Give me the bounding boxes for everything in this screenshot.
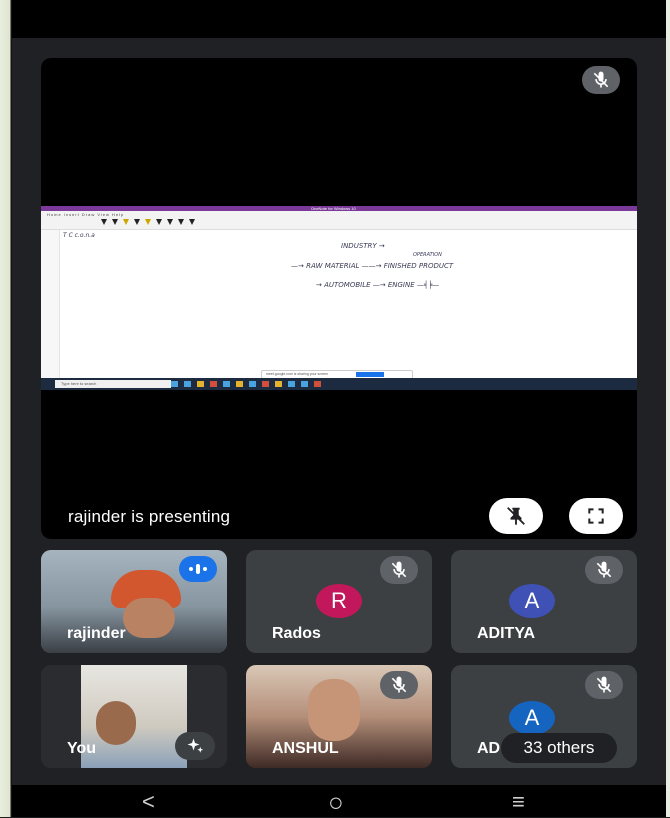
participant-tile-others[interactable]: A AD 33 others xyxy=(451,665,637,768)
muted-mic-icon xyxy=(380,671,418,699)
recents-icon[interactable]: ≡ xyxy=(512,789,525,815)
canvas-industry: INDUSTRY → xyxy=(341,242,385,250)
fullscreen-button[interactable] xyxy=(569,498,623,534)
canvas-operation: OPERATION xyxy=(413,252,442,258)
participant-tile-rados[interactable]: R Rados xyxy=(246,550,432,653)
visual-effects-icon[interactable] xyxy=(175,732,215,760)
shared-screen: OneNote for Windows 10 Home Insert Draw … xyxy=(41,206,637,390)
windows-taskbar: Type here to search xyxy=(41,378,637,390)
others-count-button[interactable]: 33 others xyxy=(501,733,617,763)
onenote-ribbon: Home Insert Draw View Help xyxy=(41,211,637,230)
speaking-indicator-icon xyxy=(179,556,217,582)
unpin-icon xyxy=(507,507,525,526)
presenting-label: rajinder is presenting xyxy=(68,507,231,526)
android-nav-bar: < ○ ≡ xyxy=(12,785,666,817)
presentation-tile[interactable]: OneNote for Windows 10 Home Insert Draw … xyxy=(41,58,637,539)
participant-tile-anshul[interactable]: ANSHUL xyxy=(246,665,432,768)
participant-name: AD xyxy=(477,740,501,757)
stop-sharing-mini xyxy=(356,372,384,377)
canvas-raw-material: —→ RAW MATERIAL ——→ FINISHED PRODUCT xyxy=(291,262,454,270)
taskbar-icons xyxy=(171,381,321,387)
face-shape xyxy=(308,679,360,741)
pen-toolbar xyxy=(101,219,195,225)
participant-tile-you[interactable]: You xyxy=(41,665,227,768)
participant-name: ANSHUL xyxy=(272,740,339,757)
participant-tile-aditya[interactable]: A ADITYA xyxy=(451,550,637,653)
muted-mic-icon xyxy=(585,556,623,584)
ribbon-tabs: Home Insert Draw View Help xyxy=(47,212,125,217)
muted-mic-icon xyxy=(380,556,418,584)
home-icon[interactable]: ○ xyxy=(328,787,344,818)
unpin-button[interactable] xyxy=(489,498,543,534)
face-shape xyxy=(123,598,175,638)
participant-name: ADITYA xyxy=(477,625,536,642)
presenter-muted-icon xyxy=(582,66,620,94)
participant-name: Rados xyxy=(272,625,321,642)
avatar: A xyxy=(509,701,555,735)
avatar: A xyxy=(509,584,555,618)
participant-name: You xyxy=(67,740,97,757)
taskbar-search: Type here to search xyxy=(55,380,171,388)
status-bar xyxy=(12,0,666,38)
participant-name: rajinder xyxy=(67,625,126,642)
fullscreen-icon xyxy=(588,508,604,524)
muted-mic-icon xyxy=(585,671,623,699)
back-icon[interactable]: < xyxy=(142,789,155,815)
sharing-notice-text: meet.google.com is sharing your screen xyxy=(266,372,329,376)
notebook-rail xyxy=(41,230,60,378)
canvas-automobile: → AUTOMOBILE —→ ENGINE —╡╞— xyxy=(316,281,440,289)
canvas-header-letters: T C c.o.n.a xyxy=(63,232,95,239)
avatar: R xyxy=(316,584,362,618)
face-shape xyxy=(96,701,136,745)
participant-tile-rajinder[interactable]: rajinder xyxy=(41,550,227,653)
